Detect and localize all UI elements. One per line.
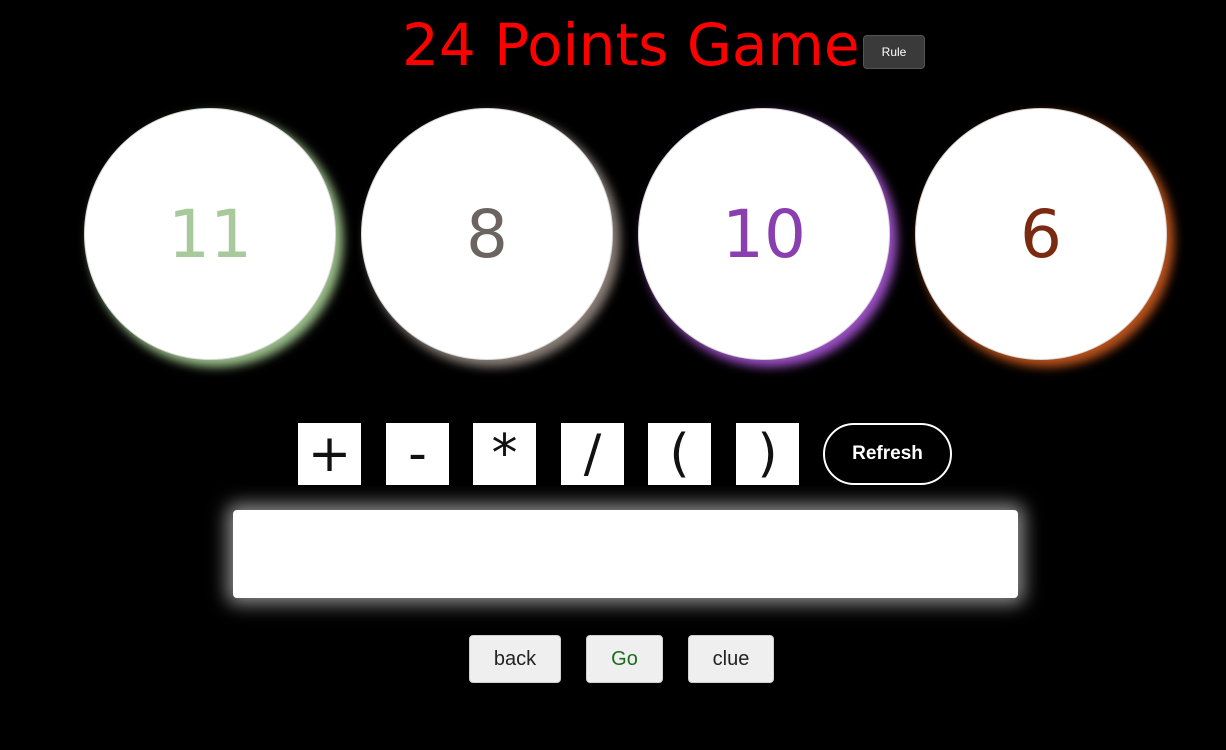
number-card-4[interactable]: 6 [915, 108, 1167, 360]
go-button[interactable]: Go [586, 635, 663, 683]
rule-button[interactable]: Rule [863, 35, 925, 69]
multiply-button[interactable]: * [473, 423, 536, 485]
refresh-button[interactable]: Refresh [823, 423, 952, 485]
expression-input[interactable] [233, 510, 1018, 598]
page-title: 24 Points Game [402, 11, 860, 79]
number-card-1[interactable]: 11 [84, 108, 336, 360]
number-card-2[interactable]: 8 [361, 108, 613, 360]
minus-button[interactable]: - [386, 423, 449, 485]
open-paren-button[interactable]: ( [648, 423, 711, 485]
game-stage: 24 Points Game Rule 11 8 10 6 + - * / ( … [0, 0, 1226, 750]
divide-button[interactable]: / [561, 423, 624, 485]
clue-button[interactable]: clue [688, 635, 774, 683]
card-value: 8 [466, 195, 508, 273]
number-card-3[interactable]: 10 [638, 108, 890, 360]
back-button[interactable]: back [469, 635, 561, 683]
close-paren-button[interactable]: ) [736, 423, 799, 485]
card-value: 10 [722, 195, 806, 273]
plus-button[interactable]: + [298, 423, 361, 485]
card-value: 11 [168, 195, 252, 273]
card-value: 6 [1020, 195, 1062, 273]
